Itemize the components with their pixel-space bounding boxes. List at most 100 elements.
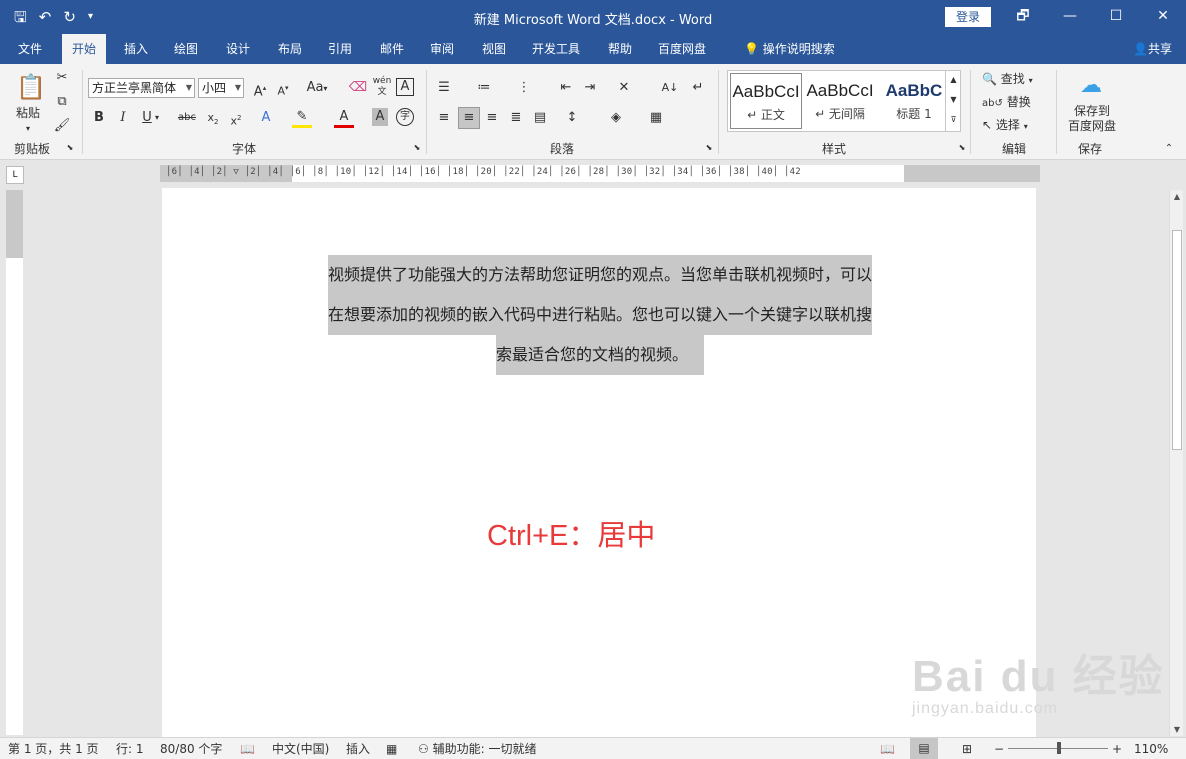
tab-mailings[interactable]: 邮件 [370,34,414,64]
tab-references[interactable]: 引用 [318,34,362,64]
asian-layout-icon[interactable]: ✕ [614,78,634,98]
collapse-ribbon-icon[interactable]: ⌃ [1162,142,1176,156]
vertical-scrollbar[interactable]: ▲ ▼ [1169,190,1183,736]
font-size-combo[interactable]: 小四 ▼ [198,78,244,98]
show-marks-icon[interactable]: ↵ [688,78,708,98]
format-painter-icon[interactable]: 🖌 [52,116,72,136]
baidu-netdisk-icon[interactable]: ☁ [1076,72,1106,100]
word-count[interactable]: 80/80 个字 [160,741,222,757]
highlight-icon[interactable]: ✎ [292,108,312,128]
font-name-combo[interactable]: 方正兰亭黑简体 ▼ [88,78,195,98]
numbering-icon[interactable]: ≔ [474,78,494,98]
sort-icon[interactable]: A↓ [660,78,680,98]
decrease-indent-icon[interactable]: ⇤ [556,78,576,98]
web-layout-icon[interactable]: ⊞ [962,741,972,757]
shrink-font-icon[interactable]: A▾ [273,78,293,102]
justify-icon[interactable]: ≣ [506,108,526,128]
phonetic-guide-icon[interactable]: wén 文 [372,76,392,98]
increase-indent-icon[interactable]: ⇥ [580,78,600,98]
maximize-button[interactable]: ☐ [1103,4,1129,28]
minimize-button[interactable]: — [1057,4,1083,28]
close-button[interactable]: ✕ [1150,4,1176,28]
ribbon-display-options-icon[interactable]: 🗗 [1010,4,1036,28]
distributed-icon[interactable]: ▤ [530,108,550,128]
style-heading-1[interactable]: AaBbC 标题 1 [878,73,950,129]
zoom-level[interactable]: 110% [1134,741,1168,757]
tab-baidu-netdisk[interactable]: 百度网盘 [648,34,716,64]
font-color-icon[interactable]: A [334,108,354,128]
group-separator [970,70,971,154]
read-mode-icon[interactable]: 📖 [880,741,895,757]
scroll-up-icon[interactable]: ▲ [1170,192,1184,201]
change-case-icon[interactable]: Aa▾ [302,78,332,99]
tab-design[interactable]: 设计 [216,34,260,64]
tab-layout[interactable]: 布局 [268,34,312,64]
tab-draw[interactable]: 绘图 [164,34,208,64]
share-button[interactable]: 👤共享 [1133,34,1172,64]
tab-home[interactable]: 开始 [62,34,107,64]
grow-font-icon[interactable]: A▴ [250,78,270,102]
multilevel-list-icon[interactable]: ⋮ [514,78,534,98]
font-launcher-icon[interactable]: ⬊ [411,142,423,154]
enclose-characters-icon[interactable]: 字 [396,108,414,126]
group-separator [82,70,83,154]
page-count[interactable]: 第 1 页，共 1 页 [8,741,99,757]
find-button[interactable]: 🔍 查找 ▾ [982,70,1033,90]
macro-icon[interactable]: ▦ [386,741,397,757]
paragraph-launcher-icon[interactable]: ⬊ [703,142,715,154]
tab-developer[interactable]: 开发工具 [522,34,590,64]
tab-view[interactable]: 视图 [472,34,516,64]
select-button[interactable]: ↖ 选择 ▾ [982,116,1028,136]
tab-file[interactable]: 文件 [8,34,52,64]
replace-button[interactable]: ab↺ 替换 [982,93,1031,113]
proofing-icon[interactable]: 📖 [240,741,255,757]
selected-paragraph[interactable]: 视频提供了功能强大的方法帮助您证明您的观点。当您单击联机视频时，可以 在想要添加… [300,255,900,375]
vertical-ruler[interactable] [6,190,23,735]
shading-icon[interactable]: ◈ [606,108,626,128]
zoom-slider-handle[interactable] [1057,742,1061,754]
clear-formatting-icon[interactable]: ⌫ [348,78,368,98]
styles-launcher-icon[interactable]: ⬊ [956,142,968,154]
zoom-in-icon[interactable]: + [1112,741,1122,757]
align-right-icon[interactable]: ≡ [482,108,502,128]
tab-selector[interactable]: L [6,166,24,184]
paste-dropdown-icon[interactable]: ▾ [26,120,30,138]
text-effects-icon[interactable]: A [256,108,276,128]
superscript-icon[interactable]: x2 [226,108,246,132]
line-spacing-icon[interactable]: ↕ [562,108,582,128]
align-center-icon[interactable]: ≡ [458,107,480,129]
login-button[interactable]: 登录 [945,7,991,27]
copy-icon[interactable]: ⧉ [52,92,72,112]
tell-me-search[interactable]: 💡 操作说明搜索 [734,34,845,64]
horizontal-ruler[interactable]: │6│ │4│ │2│ ▽ │2│ │4│ │6│ │8│ │10│ │12│ … [160,165,1040,182]
group-label-editing: 编辑 [1002,142,1027,156]
character-shading-icon[interactable]: A [372,108,388,126]
bold-icon[interactable]: B [89,108,109,128]
borders-icon[interactable]: ▦ [646,108,666,128]
tab-review[interactable]: 审阅 [420,34,464,64]
language-indicator[interactable]: 中文(中国) [272,741,329,757]
style-no-spacing[interactable]: AaBbCcI ↵ 无间隔 [804,73,876,129]
tab-insert[interactable]: 插入 [114,34,158,64]
accessibility-status[interactable]: ⚇ 辅助功能: 一切就绪 [418,741,536,757]
insert-mode[interactable]: 插入 [346,741,370,757]
scrollbar-thumb[interactable] [1172,230,1182,450]
line-number[interactable]: 行: 1 [116,741,144,757]
tab-help[interactable]: 帮助 [598,34,642,64]
align-left-icon[interactable]: ≡ [434,108,454,128]
scroll-down-icon[interactable]: ▼ [1170,725,1184,734]
zoom-out-icon[interactable]: − [994,741,1004,757]
character-border-icon[interactable]: A [396,78,414,96]
subscript-icon[interactable]: x2 [203,108,223,132]
bullets-icon[interactable]: ☰ [434,78,454,98]
underline-dropdown-icon[interactable]: ▾ [152,108,162,128]
paste-icon[interactable]: 📋 [16,72,46,102]
strikethrough-icon[interactable]: abc [176,108,198,128]
styles-scroll-icon[interactable]: ▲ ▼ ⊽ [945,70,961,132]
cut-icon[interactable]: ✂ [52,68,72,88]
italic-icon[interactable]: I [113,108,133,128]
print-layout-icon[interactable]: ▤ [910,738,938,759]
clipboard-launcher-icon[interactable]: ⬊ [64,142,76,154]
save-to-netdisk-button[interactable]: 保存到 百度网盘 [1066,104,1118,134]
style-normal[interactable]: AaBbCcI ↵ 正文 [730,73,802,129]
